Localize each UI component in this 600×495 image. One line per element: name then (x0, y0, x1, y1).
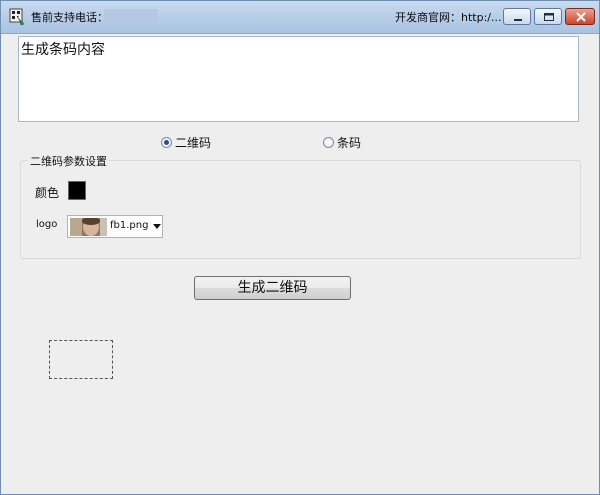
radio-unselected-indicator (323, 137, 334, 148)
close-icon (576, 12, 586, 22)
main-window: 售前支持电话： 开发商官网：http:/... 二维码 条码 二维码参数设置 (0, 0, 600, 495)
qrcode-preview-area (49, 340, 113, 379)
radio-qrcode[interactable]: 二维码 (161, 134, 211, 151)
minimize-button[interactable] (503, 8, 531, 25)
minimize-icon (514, 19, 522, 21)
qr-settings-group (20, 160, 581, 259)
maximize-icon (544, 13, 554, 21)
logo-filename: fb1.png (110, 220, 149, 231)
color-swatch[interactable] (68, 181, 86, 200)
color-label: 颜色 (35, 186, 60, 200)
close-button[interactable] (565, 8, 595, 25)
generate-qrcode-button[interactable]: 生成二维码 (194, 276, 351, 300)
maximize-button[interactable] (534, 8, 562, 25)
radio-qrcode-label: 二维码 (175, 136, 212, 150)
qr-settings-title: 二维码参数设置 (28, 153, 109, 169)
logo-thumbnail-image (70, 217, 107, 236)
chevron-down-icon (153, 224, 161, 229)
presales-phone-label: 售前支持电话： (31, 11, 108, 24)
developer-site-text: 开发商官网：http:/... (395, 11, 502, 24)
app-icon (8, 8, 26, 26)
logo-dropdown[interactable]: fb1.png (67, 215, 163, 238)
logo-label: logo (36, 219, 58, 230)
radio-selected-indicator (161, 137, 172, 148)
phone-number-redacted (104, 9, 158, 25)
radio-barcode[interactable]: 条码 (323, 134, 361, 151)
barcode-content-input[interactable] (18, 36, 579, 122)
radio-barcode-label: 条码 (337, 136, 362, 150)
title-bar[interactable]: 售前支持电话： 开发商官网：http:/... (1, 1, 599, 34)
